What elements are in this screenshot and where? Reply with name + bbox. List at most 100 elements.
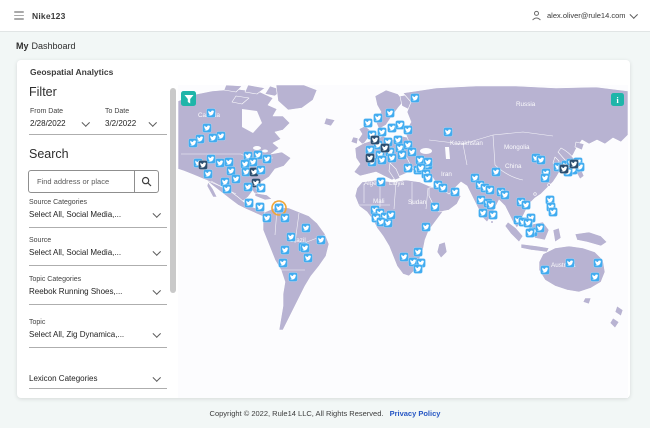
map-marker-twitter[interactable] xyxy=(565,258,575,268)
map-marker-twitter[interactable] xyxy=(590,272,600,282)
map-marker-twitter[interactable] xyxy=(407,147,417,157)
map-marker-twitter[interactable] xyxy=(536,155,546,165)
map-marker-twitter[interactable] xyxy=(377,127,387,137)
map-marker-twitter[interactable] xyxy=(231,174,241,184)
map-marker-twitter[interactable] xyxy=(548,207,558,217)
map-marker-twitter[interactable] xyxy=(403,125,413,135)
search-input[interactable] xyxy=(29,171,134,192)
map-marker-twitter[interactable] xyxy=(316,235,326,245)
map-marker-twitter[interactable] xyxy=(240,159,250,169)
map-marker-twitter[interactable] xyxy=(525,228,535,238)
map-marker-twitter[interactable] xyxy=(403,163,413,173)
map-marker-twitter[interactable] xyxy=(224,157,234,167)
map-marker-twitter[interactable] xyxy=(280,245,290,255)
map-marker-twitter[interactable] xyxy=(188,138,198,148)
map-marker-twitter[interactable] xyxy=(208,133,218,143)
map-marker-twitter[interactable] xyxy=(413,264,423,274)
panel-scrollbar[interactable] xyxy=(170,88,176,293)
map-marker-twitter[interactable] xyxy=(569,159,579,169)
map-marker-twitter[interactable] xyxy=(438,183,448,193)
map-marker-twitter[interactable] xyxy=(383,218,393,228)
map-marker-twitter[interactable] xyxy=(478,208,488,218)
map-marker-twitter[interactable] xyxy=(376,177,386,187)
map-marker-twitter[interactable] xyxy=(370,135,380,145)
user-menu[interactable]: alex.oliver@rule14.com xyxy=(531,10,638,21)
map-marker-twitter[interactable] xyxy=(395,120,405,130)
map-marker-twitter[interactable] xyxy=(203,169,213,179)
map-marker-twitter[interactable] xyxy=(377,155,387,165)
map-marker-twitter[interactable] xyxy=(500,190,510,200)
user-email: alex.oliver@rule14.com xyxy=(547,11,626,20)
privacy-policy-link[interactable]: Privacy Policy xyxy=(390,409,441,418)
map-marker-twitter[interactable] xyxy=(365,153,375,163)
map-marker-twitter[interactable] xyxy=(206,154,216,164)
map-marker-twitter[interactable] xyxy=(243,182,253,192)
map-marker-twitter[interactable] xyxy=(226,166,236,176)
map-marker-twitter[interactable] xyxy=(300,243,310,253)
map-marker-twitter[interactable] xyxy=(206,108,216,118)
map-marker-twitter[interactable] xyxy=(222,184,232,194)
map-marker-twitter[interactable] xyxy=(413,247,423,257)
map-info-button[interactable]: i xyxy=(611,93,624,106)
map-filter-button[interactable] xyxy=(181,91,196,106)
map-container[interactable]: CanadaRussiaKazakhstanMongoliaChinaIranS… xyxy=(178,85,628,398)
map-marker-twitter[interactable] xyxy=(248,157,258,167)
map-marker-twitter[interactable] xyxy=(450,187,460,197)
map-marker-twitter[interactable] xyxy=(521,200,531,210)
topic-categories-select[interactable]: Reebok Running Shoes,... xyxy=(29,286,161,296)
map-marker-twitter[interactable] xyxy=(198,160,208,170)
map-marker-twitter[interactable] xyxy=(215,158,225,168)
map-marker-twitter[interactable] xyxy=(255,202,265,212)
map-marker-twitter[interactable] xyxy=(280,213,290,223)
map-marker-twitter[interactable] xyxy=(410,93,420,103)
search-button[interactable] xyxy=(134,171,158,192)
map-marker-twitter[interactable] xyxy=(202,123,212,133)
map-marker-twitter[interactable] xyxy=(256,165,266,175)
map-marker-twitter[interactable] xyxy=(380,143,390,153)
map-marker-twitter[interactable] xyxy=(491,167,501,177)
map-marker-twitter[interactable] xyxy=(216,131,226,141)
map-marker-twitter[interactable] xyxy=(373,113,383,123)
map-marker-twitter[interactable] xyxy=(244,198,254,208)
map-marker-twitter[interactable] xyxy=(256,183,266,193)
map-marker-twitter[interactable] xyxy=(486,200,496,210)
map-marker-twitter[interactable] xyxy=(301,223,311,233)
map-marker-twitter[interactable] xyxy=(303,253,313,263)
map-marker-twitter[interactable] xyxy=(535,223,545,233)
to-date-select[interactable]: 3/2/2022 xyxy=(105,118,157,128)
map-marker-twitter[interactable] xyxy=(523,218,533,228)
source-categories-label: Source Categories xyxy=(29,199,87,206)
map-marker-twitter[interactable] xyxy=(485,185,495,195)
map-marker-twitter[interactable] xyxy=(262,154,272,164)
map-marker-twitter[interactable] xyxy=(365,145,375,155)
map-marker-twitter[interactable] xyxy=(278,258,288,268)
map-marker-twitter[interactable] xyxy=(288,272,298,282)
map-marker-twitter[interactable] xyxy=(386,210,396,220)
source-categories-select[interactable]: Select All, Social Media,... xyxy=(29,209,161,219)
map-marker-twitter[interactable] xyxy=(286,232,296,242)
map-marker-twitter[interactable] xyxy=(593,258,603,268)
map-marker-twitter[interactable] xyxy=(393,135,403,145)
map-marker-twitter[interactable] xyxy=(387,123,397,133)
map-marker-twitter[interactable] xyxy=(363,118,373,128)
map-marker-twitter[interactable] xyxy=(387,153,397,163)
map-marker-twitter[interactable] xyxy=(430,202,440,212)
map-marker-twitter[interactable] xyxy=(443,127,453,137)
source-select[interactable]: Select All, Social Media,... xyxy=(29,247,161,257)
menu-icon[interactable] xyxy=(14,10,24,22)
map-marker-twitter[interactable] xyxy=(415,155,425,165)
lexicon-categories-select[interactable]: Lexicon Categories xyxy=(29,373,161,383)
map-marker-twitter[interactable] xyxy=(385,108,395,118)
map-marker-twitter[interactable] xyxy=(488,210,498,220)
map-marker-twitter[interactable] xyxy=(540,173,550,183)
map-marker-twitter[interactable] xyxy=(423,173,433,183)
map-marker-twitter[interactable] xyxy=(399,252,409,262)
map-marker-twitter[interactable] xyxy=(241,167,251,177)
map-marker-twitter[interactable] xyxy=(421,222,431,232)
from-date-select[interactable]: 2/28/2022 xyxy=(30,118,90,128)
map-marker-twitter[interactable] xyxy=(559,164,569,174)
map-marker-twitter[interactable] xyxy=(397,150,407,160)
topic-select[interactable]: Select All, Zig Dynamica,... xyxy=(29,329,161,339)
map-marker-twitter[interactable] xyxy=(540,265,550,275)
map-marker-twitter[interactable] xyxy=(262,213,272,223)
